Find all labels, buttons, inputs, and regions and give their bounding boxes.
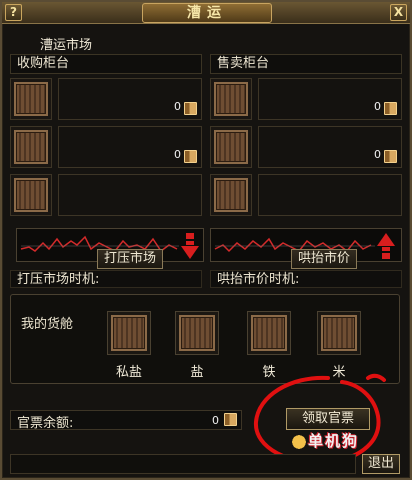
crate-icon	[251, 315, 287, 351]
book-icon	[224, 413, 237, 426]
balance-label: 官票余额:	[17, 416, 74, 431]
buy-counter-header: 收购柜台	[10, 54, 202, 74]
book-icon	[384, 102, 397, 115]
balance-count: 0	[212, 414, 219, 427]
crate-icon	[214, 82, 248, 116]
buy-count-2: 0	[174, 148, 181, 161]
buy-slot-3[interactable]	[10, 174, 52, 216]
crate-icon	[321, 315, 357, 351]
buy-slot-1[interactable]	[10, 78, 52, 120]
buy-panel-2: 0	[58, 126, 202, 168]
crate-icon	[14, 130, 48, 164]
sell-counter-header: 售卖柜台	[210, 54, 402, 74]
sell-slot-3[interactable]	[210, 174, 252, 216]
title-bar: ? 漕运 X	[2, 2, 410, 24]
market-title: 漕运市场	[40, 38, 93, 53]
hold-slot-private-salt[interactable]	[107, 311, 151, 355]
hold-slot-iron[interactable]	[247, 311, 291, 355]
official-ticket-balance: 官票余额: 0	[10, 410, 242, 431]
suppress-market-button[interactable]: 打压市场	[97, 249, 164, 269]
crate-icon	[179, 315, 215, 351]
book-icon	[184, 102, 197, 115]
exit-button[interactable]: 退出	[362, 454, 400, 474]
buy-count-1: 0	[174, 100, 181, 113]
crate-icon	[14, 82, 48, 116]
crate-icon	[214, 130, 248, 164]
sell-slot-1[interactable]	[210, 78, 252, 120]
sell-count-1: 0	[374, 100, 381, 113]
crate-icon	[111, 315, 147, 351]
boost-timing-label: 哄抬市价时机:	[210, 270, 402, 288]
up-arrow-icon	[377, 233, 395, 259]
boost-price-button[interactable]: 哄抬市价	[291, 249, 358, 269]
crate-icon	[214, 178, 248, 212]
book-icon	[184, 150, 197, 163]
hold-slot-salt[interactable]	[175, 311, 219, 355]
sell-panel-2: 0	[258, 126, 402, 168]
suppress-price-trend: 打压市场	[16, 228, 204, 269]
book-icon	[384, 150, 397, 163]
hold-item-name: 私盐	[115, 365, 142, 380]
sell-panel-3	[258, 174, 402, 216]
canal-transport-window: ? 漕运 X 漕运市场 收购柜台 0 0 售卖柜台 0 0 打压市场 哄抬市价 …	[0, 0, 412, 480]
sell-count-2: 0	[374, 148, 381, 161]
buy-panel-3	[58, 174, 202, 216]
hold-slot-rice[interactable]	[317, 311, 361, 355]
sell-slot-2[interactable]	[210, 126, 252, 168]
buy-panel-1: 0	[58, 78, 202, 120]
boost-price-trend: 哄抬市价	[210, 228, 402, 269]
help-button[interactable]: ?	[5, 4, 22, 21]
suppress-timing-label: 打压市场时机:	[10, 270, 202, 288]
close-button[interactable]: X	[390, 4, 407, 21]
buy-slot-2[interactable]	[10, 126, 52, 168]
watermark-text: 单机狗	[308, 432, 360, 450]
crate-icon	[14, 178, 48, 212]
bottom-bar	[10, 454, 356, 474]
hold-item-name: 盐	[190, 365, 204, 380]
down-arrow-icon	[181, 233, 199, 259]
watermark-dog-icon	[290, 430, 308, 450]
sell-panel-1: 0	[258, 78, 402, 120]
window-title: 漕运	[142, 3, 272, 23]
cargo-hold-title: 我的货舱	[21, 317, 74, 332]
